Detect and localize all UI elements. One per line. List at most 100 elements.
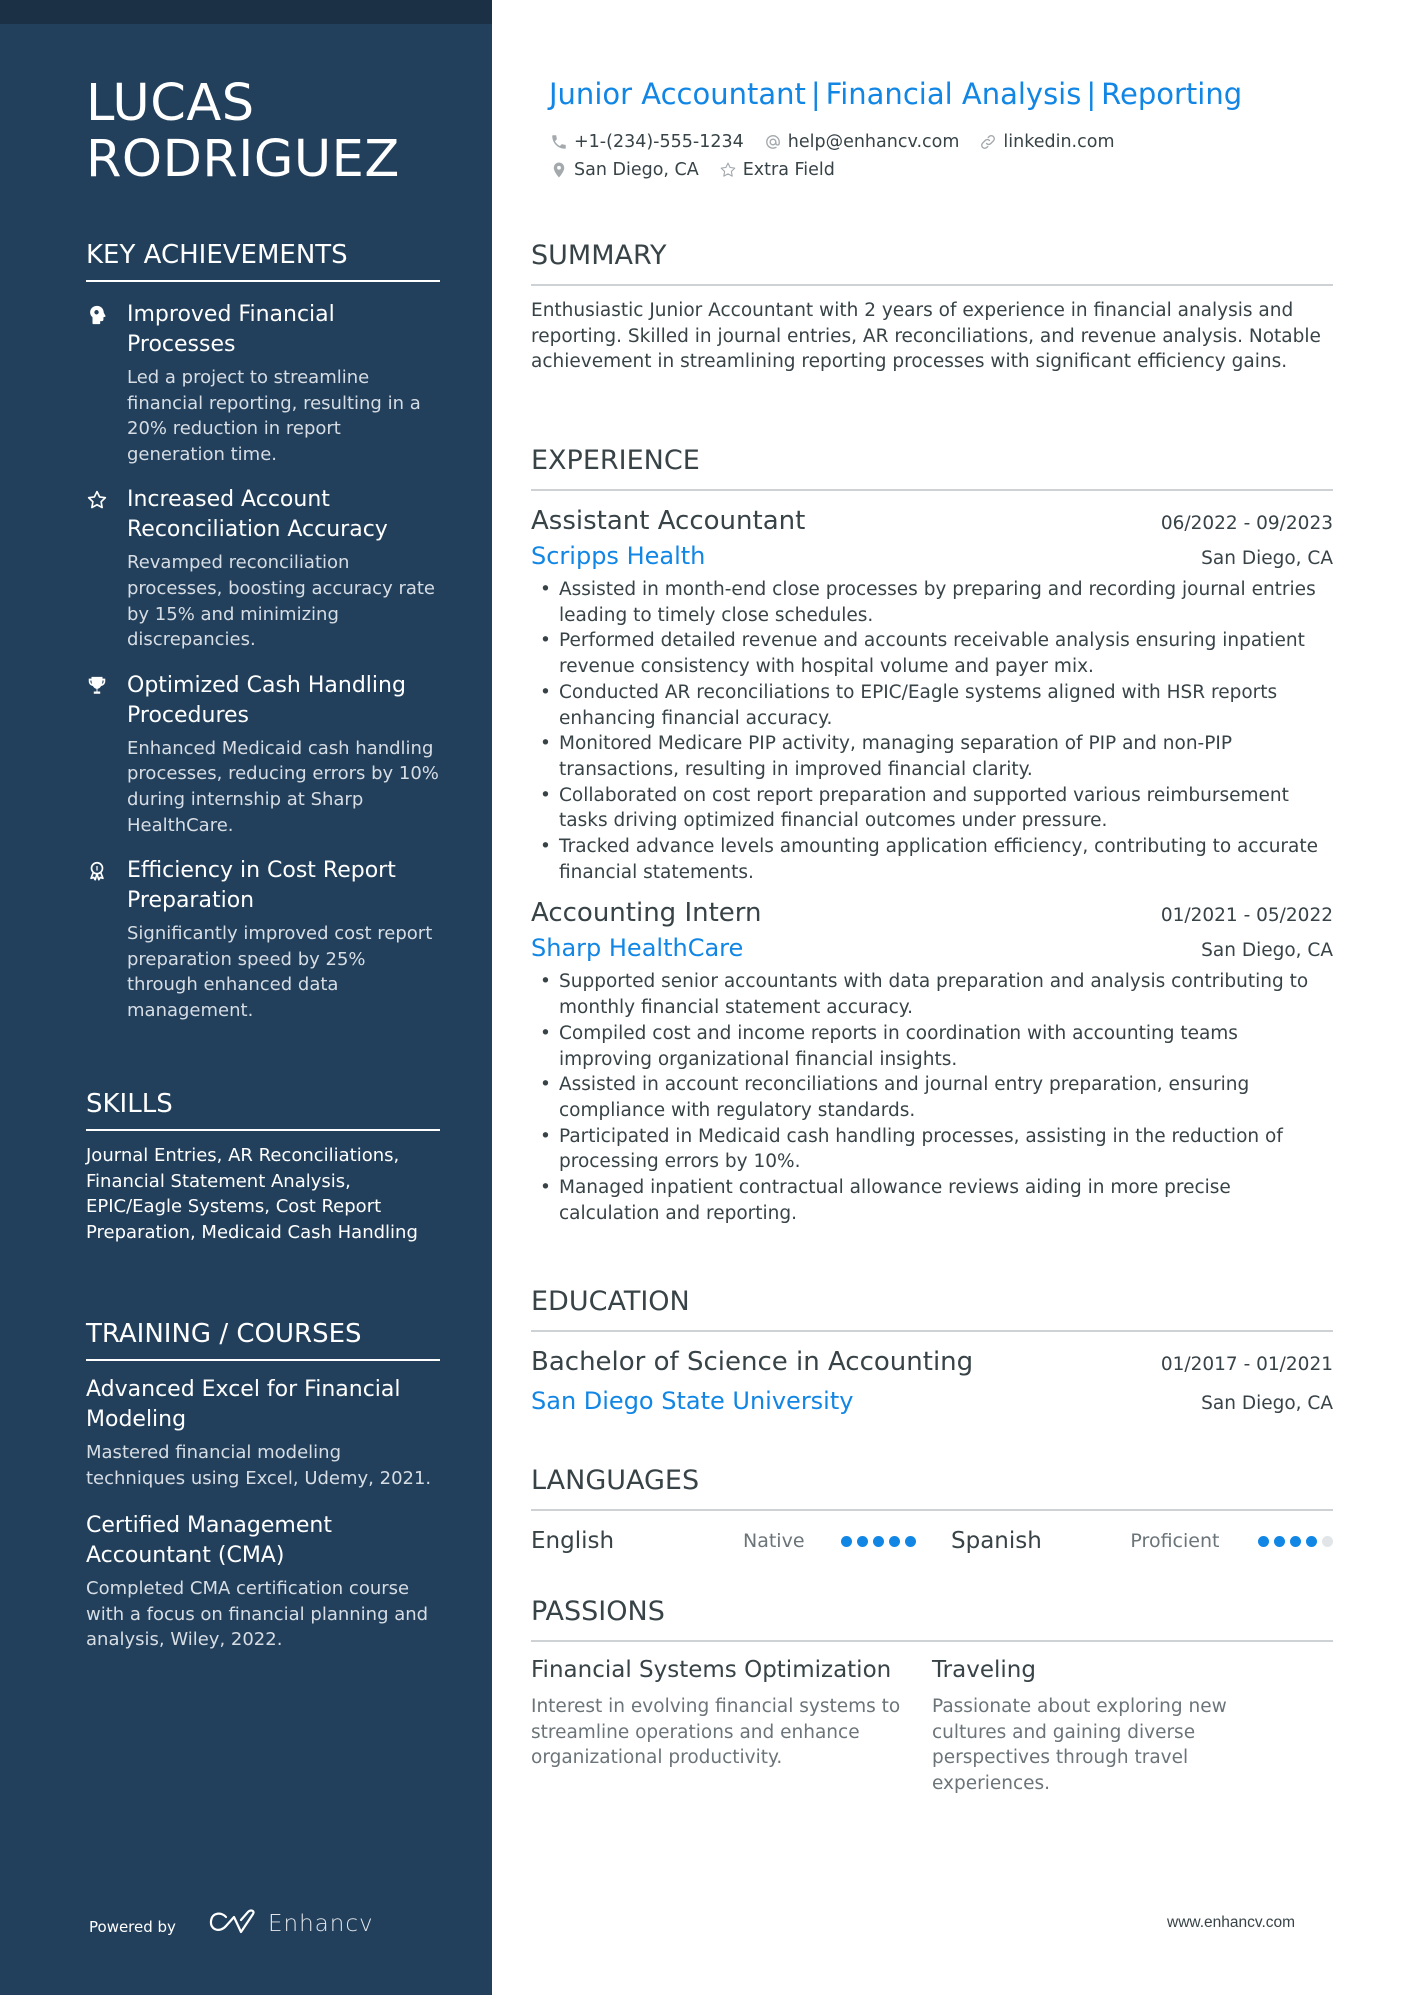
achievement-title: Improved Financial Processes: [127, 302, 335, 357]
passion-item: Financial Systems Optimization Interest …: [531, 1654, 932, 1796]
section-heading: TRAINING / COURSES: [86, 1317, 440, 1361]
enhancv-brand[interactable]: Enhancv: [268, 1910, 374, 1938]
powered-by-label: Powered by: [89, 1918, 176, 1936]
headline-part: Financial Analysis: [825, 77, 1082, 111]
section-heading: EXPERIENCE: [531, 443, 1333, 491]
course-title: Advanced Excel for Financial Modeling: [86, 1377, 401, 1432]
education-location: San Diego, CA: [1201, 1393, 1333, 1414]
sidebar-top-band: [0, 0, 492, 24]
contact-extra: Extra Field: [719, 156, 835, 184]
course-item: Certified Management Accountant (CMA) Co…: [86, 1511, 440, 1653]
candidate-name-text: LUCAS RODRIGUEZ: [86, 74, 400, 189]
extra-field-text: Extra Field: [742, 160, 835, 180]
rating-dot-filled: [1274, 1535, 1285, 1547]
job-location: San Diego, CA: [1201, 548, 1333, 569]
achievement-title: Optimized Cash Handling Procedures: [127, 672, 406, 728]
language-name: English: [531, 1528, 615, 1554]
job-bullet: Monitored Medicare PIP activity, managin…: [531, 731, 1333, 782]
contact-location: San Diego, CA: [550, 156, 699, 184]
skills-section: SKILLS Journal Entries, AR Reconciliatio…: [86, 1087, 440, 1245]
education-dates: 01/2017 - 01/2021: [1160, 1354, 1333, 1375]
passion-item: Traveling Passionate about exploring new…: [932, 1654, 1333, 1796]
job-dates: 06/2022 - 09/2023: [1160, 513, 1333, 534]
experience-section: EXPERIENCE Assistant Accountant 06/2022 …: [531, 443, 1333, 1226]
section-heading: KEY ACHIEVEMENTS: [86, 238, 440, 282]
summary-text: Enthusiastic Junior Accountant with 2 ye…: [531, 300, 1321, 373]
achievement-item: Efficiency in Cost Report Preparation Si…: [86, 856, 440, 1023]
headline-part: Junior Accountant: [549, 77, 806, 111]
course-desc: Completed CMA certification course with …: [86, 1578, 429, 1651]
job-bullet: Managed inpatient contractual allowance …: [531, 1175, 1333, 1226]
section-heading: EDUCATION: [531, 1284, 1333, 1332]
headline-separator: |: [1086, 77, 1097, 111]
candidate-name: LUCAS RODRIGUEZ: [86, 76, 466, 188]
job-company: Sharp HealthCare: [531, 934, 744, 963]
job-bullets: Supported senior accountants with data p…: [531, 969, 1333, 1226]
passion-desc: Interest in evolving financial systems t…: [531, 1696, 901, 1769]
head-icon: [90, 305, 106, 325]
footer-url[interactable]: www.enhancv.com: [1167, 1912, 1295, 1934]
rating-dot-empty: [1322, 1535, 1333, 1547]
course-desc: Mastered financial modeling techniques u…: [86, 1442, 432, 1489]
phone-icon: [552, 135, 566, 149]
contact-email[interactable]: help@enhancv.com: [764, 128, 960, 156]
rating-dot-filled: [1306, 1535, 1317, 1547]
language-name: Spanish: [951, 1528, 1042, 1554]
job-company: Scripps Health: [531, 542, 706, 570]
achievement-desc: Enhanced Medicaid cash handling processe…: [127, 737, 439, 836]
degree: Bachelor of Science in Accounting: [531, 1347, 974, 1377]
achievement-item: Optimized Cash Handling Procedures Enhan…: [86, 671, 440, 838]
section-heading: PASSIONS: [531, 1594, 1333, 1642]
trophy-icon: [88, 676, 106, 694]
rating-dot-filled: [873, 1535, 884, 1547]
summary-section: SUMMARY Enthusiastic Junior Accountant w…: [531, 238, 1333, 375]
section-heading: SKILLS: [86, 1087, 440, 1131]
job-location: San Diego, CA: [1201, 940, 1333, 962]
job-bullet: Performed detailed revenue and accounts …: [531, 628, 1333, 679]
language-level: Native: [743, 1530, 805, 1552]
achievement-item: Increased Account Reconciliation Accurac…: [86, 485, 440, 652]
section-heading: LANGUAGES: [531, 1463, 1333, 1511]
training-section: TRAINING / COURSES Advanced Excel for Fi…: [86, 1317, 440, 1653]
skills-list: Journal Entries, AR Reconciliations, Fin…: [86, 1145, 418, 1243]
star-icon: [87, 491, 107, 509]
star-outline-icon: [720, 162, 736, 177]
job-title: Assistant Accountant: [531, 506, 806, 536]
contact-phone[interactable]: +1-(234)-555-1234: [550, 128, 744, 156]
job-bullet: Supported senior accountants with data p…: [531, 969, 1333, 1020]
rating-dot-filled: [841, 1535, 852, 1547]
contact-link[interactable]: linkedin.com: [979, 128, 1115, 156]
job-bullet: Assisted in month-end close processes by…: [531, 577, 1333, 628]
course-title: Certified Management Accountant (CMA): [86, 1513, 332, 1569]
location-pin-icon: [553, 162, 565, 178]
language-item: Spanish Proficient: [951, 1528, 1333, 1554]
rating-dot-filled: [1290, 1535, 1301, 1547]
passions-section: PASSIONS Financial Systems Optimization …: [531, 1594, 1333, 1796]
achievement-item: Improved Financial Processes Led a proje…: [86, 300, 440, 467]
at-icon: [765, 135, 780, 149]
job-bullet: Compiled cost and income reports in coor…: [531, 1021, 1333, 1072]
location-text: San Diego, CA: [574, 160, 699, 180]
achievement-title: Increased Account Reconciliation Accurac…: [127, 487, 388, 543]
enhancv-logo-icon: [209, 1909, 255, 1934]
link-text: linkedin.com: [1003, 132, 1115, 152]
job-bullet: Collaborated on cost report preparation …: [531, 783, 1333, 834]
education-section: EDUCATION Bachelor of Science in Account…: [531, 1284, 1333, 1418]
email-text: help@enhancv.com: [787, 132, 960, 152]
job-bullets: Assisted in month-end close processes by…: [531, 577, 1333, 885]
job-title: Accounting Intern: [531, 898, 762, 929]
languages-section: LANGUAGES English Native Spanish Profici…: [531, 1463, 1333, 1557]
language-rating: [1258, 1535, 1333, 1547]
language-rating: [841, 1535, 916, 1547]
medal-icon: [90, 862, 104, 881]
job-bullet: Tracked advance levels amounting applica…: [531, 834, 1333, 885]
contact-info: +1-(234)-555-1234 help@enhancv.com linke…: [550, 128, 1135, 184]
job-bullet: Assisted in account reconciliations and …: [531, 1072, 1333, 1123]
headline: Junior Accountant | Financial Analysis | Rep…: [549, 74, 1242, 114]
job-entry: Accounting Intern 01/2021 - 05/2022 Shar…: [531, 895, 1333, 1226]
headline-separator: |: [810, 77, 821, 111]
job-bullet: Conducted AR reconciliations to EPIC/Eag…: [531, 680, 1333, 731]
phone-text: +1-(234)-555-1234: [574, 132, 744, 152]
passion-desc: Passionate about exploring new cultures …: [932, 1696, 1227, 1794]
achievement-desc: Led a project to streamline financial re…: [127, 367, 421, 465]
